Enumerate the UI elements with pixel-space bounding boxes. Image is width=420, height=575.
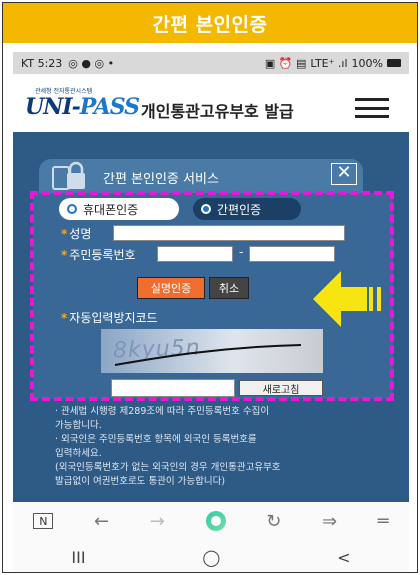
pointer-arrow-icon (313, 271, 381, 327)
screenshot-frame: 간편 본인인증 KT 5:23 ◎ ● ◎ • ▣ ⏰ ▤ LTE⁺ .ıl 1… (2, 2, 418, 573)
back-arrow-icon[interactable]: ← (94, 511, 109, 532)
note-line: 발급없이 여권번호로도 통관이 가능합니다) (55, 476, 226, 487)
page-title: 개인통관고유부호 발급 (141, 102, 294, 121)
home-icon[interactable] (205, 511, 226, 531)
recent-apps-icon[interactable]: III (71, 548, 85, 567)
site-header: 관세청 전자통관시스템 UNI-PASS 개인통관고유부호 발급 (13, 76, 409, 132)
menu-icon[interactable] (355, 98, 389, 118)
tabs-icon[interactable]: N (33, 513, 54, 529)
menu-lines-icon[interactable]: ═ (378, 511, 389, 532)
signal-icon: LTE⁺ .ıl (310, 56, 348, 70)
phone-status-bar: KT 5:23 ◎ ● ◎ • ▣ ⏰ ▤ LTE⁺ .ıl 100% (13, 52, 409, 74)
modal-header: 간편 본인인증 서비스 ✕ (39, 159, 363, 193)
reload-icon[interactable]: ↻ (266, 511, 281, 532)
back-button-icon[interactable]: < (337, 548, 350, 567)
battery-icon (387, 59, 401, 67)
lock-phone-icon (52, 161, 85, 190)
note-line: · 외국인은 주민등록번호 항목에 외국인 등록번호를 (55, 434, 257, 445)
status-icons: ▣ ⏰ ▤ (264, 56, 307, 70)
modal-title: 간편 본인인증 서비스 (103, 172, 219, 187)
note-line: 입력하세요. (55, 448, 102, 459)
battery-level: 100% (351, 56, 383, 70)
note-line: · 관세법 시행령 제289조에 따라 주민등록번호 수집이 (55, 406, 270, 417)
status-time: KT 5:23 (21, 56, 63, 70)
title-banner: 간편 본인인증 (3, 3, 417, 43)
note-line: (외국인등록번호가 없는 외국인의 경우 개인통관고유부호 (55, 462, 281, 473)
notes: · 관세법 시행령 제289조에 따라 주민등록번호 수집이 가능합니다. · … (55, 405, 375, 489)
browser-toolbar: N ← → ↻ ⇒ ═ (13, 502, 409, 540)
note-line: 가능합니다. (55, 420, 102, 431)
system-nav-bar: III ◯ < (13, 540, 409, 572)
banner-title: 간편 본인인증 (152, 13, 268, 36)
close-button[interactable]: ✕ (331, 163, 357, 185)
home-button-icon[interactable]: ◯ (202, 548, 220, 567)
notification-icons: ◎ ● ◎ • (68, 56, 115, 70)
share-icon[interactable]: ⇒ (322, 511, 337, 532)
unipass-logo[interactable]: UNI-PASS (25, 94, 140, 120)
forward-arrow-icon[interactable]: → (150, 511, 165, 532)
